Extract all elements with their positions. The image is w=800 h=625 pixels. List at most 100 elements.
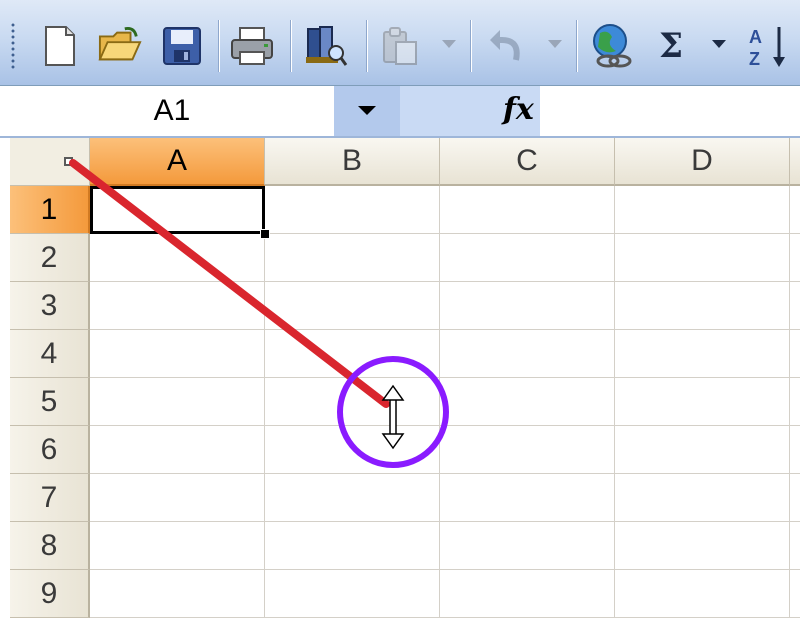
- cell-partial[interactable]: [790, 378, 800, 426]
- autosum-button[interactable]: Σ: [659, 24, 683, 68]
- chevron-down-icon: [358, 106, 376, 115]
- column-header-d[interactable]: D: [615, 138, 790, 186]
- row-header-9[interactable]: 9: [10, 570, 90, 618]
- cell-a6[interactable]: [90, 426, 265, 474]
- cell-b5[interactable]: [265, 378, 440, 426]
- cell-partial[interactable]: [790, 330, 800, 378]
- toolbar-separator: [366, 20, 368, 72]
- research-icon: [306, 26, 348, 66]
- cell-d3[interactable]: [615, 282, 790, 330]
- paste-button[interactable]: [378, 22, 422, 70]
- cell-b8[interactable]: [265, 522, 440, 570]
- toolbar-separator: [290, 20, 292, 72]
- cell-b2[interactable]: [265, 234, 440, 282]
- toolbar-separator: [576, 20, 578, 72]
- cell-d2[interactable]: [615, 234, 790, 282]
- hyperlink-button[interactable]: [590, 22, 634, 70]
- cell-d7[interactable]: [615, 474, 790, 522]
- paste-dropdown[interactable]: [442, 40, 456, 48]
- column-header-partial[interactable]: [790, 138, 800, 186]
- cell-c9[interactable]: [440, 570, 615, 618]
- new-button[interactable]: [38, 22, 82, 70]
- cell-a2[interactable]: [90, 234, 265, 282]
- research-button[interactable]: [304, 22, 348, 70]
- column-header-c[interactable]: C: [440, 138, 615, 186]
- cell-c2[interactable]: [440, 234, 615, 282]
- cell-c8[interactable]: [440, 522, 615, 570]
- sort-ascending-icon: A Z: [749, 27, 785, 69]
- cell-b4[interactable]: [265, 330, 440, 378]
- cell-partial[interactable]: [790, 522, 800, 570]
- cell-a4[interactable]: [90, 330, 265, 378]
- worksheet-grid: ABCD 123456789: [10, 138, 800, 625]
- cell-c3[interactable]: [440, 282, 615, 330]
- cell-c6[interactable]: [440, 426, 615, 474]
- row-header-7[interactable]: 7: [10, 474, 90, 522]
- cell-a3[interactable]: [90, 282, 265, 330]
- cell-partial[interactable]: [790, 570, 800, 618]
- cell-c1[interactable]: [440, 186, 615, 234]
- svg-text:A: A: [749, 27, 762, 47]
- fill-handle[interactable]: [260, 229, 270, 239]
- cell-d5[interactable]: [615, 378, 790, 426]
- cell-d8[interactable]: [615, 522, 790, 570]
- row-header-1[interactable]: 1: [10, 186, 90, 234]
- corner-square-icon: [64, 157, 73, 166]
- cell-c5[interactable]: [440, 378, 615, 426]
- insert-function-icon[interactable]: fx: [503, 92, 534, 127]
- cell-b6[interactable]: [265, 426, 440, 474]
- row-header-5[interactable]: 5: [10, 378, 90, 426]
- paste-icon: [383, 27, 417, 65]
- undo-icon: [490, 30, 520, 61]
- print-button[interactable]: [230, 22, 274, 70]
- row-header-4[interactable]: 4: [10, 330, 90, 378]
- hyperlink-globe-icon: [593, 24, 632, 68]
- open-button[interactable]: [98, 22, 142, 70]
- cell-b7[interactable]: [265, 474, 440, 522]
- standard-toolbar: Σ A Z: [0, 0, 800, 86]
- toolbar-grip[interactable]: [11, 22, 15, 70]
- cell-a8[interactable]: [90, 522, 265, 570]
- column-header-a[interactable]: A: [90, 138, 265, 186]
- column-header-b[interactable]: B: [265, 138, 440, 186]
- cell-c7[interactable]: [440, 474, 615, 522]
- cell-d9[interactable]: [615, 570, 790, 618]
- select-all-button[interactable]: [10, 138, 90, 186]
- toolbar-separator: [218, 20, 220, 72]
- autosum-dropdown[interactable]: [712, 40, 726, 48]
- row-header-2[interactable]: 2: [10, 234, 90, 282]
- row-header-3[interactable]: 3: [10, 282, 90, 330]
- cell-partial[interactable]: [790, 282, 800, 330]
- save-button[interactable]: [160, 22, 204, 70]
- cell-d1[interactable]: [615, 186, 790, 234]
- cell-partial[interactable]: [790, 474, 800, 522]
- name-box-dropdown-button[interactable]: [334, 86, 400, 136]
- cell-b3[interactable]: [265, 282, 440, 330]
- cell-b9[interactable]: [265, 570, 440, 618]
- active-cell-outline[interactable]: [90, 186, 265, 234]
- cell-d4[interactable]: [615, 330, 790, 378]
- formula-input[interactable]: [540, 86, 800, 136]
- print-icon: [231, 27, 273, 65]
- cell-a9[interactable]: [90, 570, 265, 618]
- undo-dropdown[interactable]: [548, 40, 562, 48]
- open-folder-icon: [98, 27, 142, 61]
- svg-text:Z: Z: [749, 49, 760, 69]
- formula-bar: A1 fx: [0, 86, 800, 138]
- row-header-8[interactable]: 8: [10, 522, 90, 570]
- cell-partial[interactable]: [790, 186, 800, 234]
- cell-d6[interactable]: [615, 426, 790, 474]
- name-box[interactable]: A1: [10, 86, 334, 136]
- undo-button[interactable]: [484, 22, 528, 70]
- cell-a5[interactable]: [90, 378, 265, 426]
- new-icon: [45, 26, 75, 66]
- cell-b1[interactable]: [265, 186, 440, 234]
- cell-partial[interactable]: [790, 234, 800, 282]
- save-icon: [163, 27, 201, 65]
- cell-c4[interactable]: [440, 330, 615, 378]
- sort-ascending-button[interactable]: A Z: [744, 22, 794, 70]
- cell-a7[interactable]: [90, 474, 265, 522]
- toolbar-separator: [470, 20, 472, 72]
- row-header-6[interactable]: 6: [10, 426, 90, 474]
- cell-partial[interactable]: [790, 426, 800, 474]
